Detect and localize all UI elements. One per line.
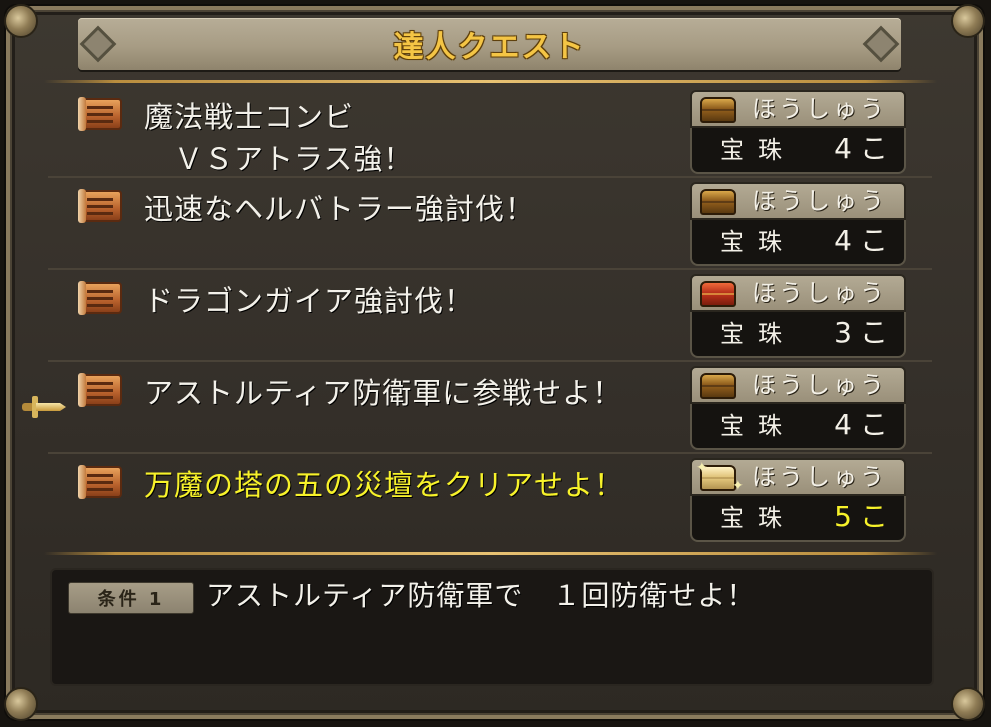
red-chest-icon: [700, 281, 736, 307]
reward-item: 宝珠: [720, 136, 796, 164]
quest-row[interactable]: 魔法戦士コンビ ＶＳアトラス強！ ほうしゅう 宝珠 4 こ: [48, 86, 932, 178]
reward-item: 宝珠: [720, 228, 796, 256]
quest-row[interactable]: 万魔の塔の五の災壇をクリアせよ！ ✦ ✦ ほうしゅう 宝珠 5 こ: [48, 454, 932, 546]
reward-count: 4: [834, 224, 852, 257]
reward-item: 宝珠: [720, 412, 796, 440]
condition-badge: 条件 1: [68, 582, 194, 614]
gold-chest-icon: [700, 97, 736, 123]
reward-item: 宝珠: [720, 320, 796, 348]
divider-line: [44, 80, 937, 83]
reward-unit: こ: [859, 408, 888, 441]
reward-count: 4: [834, 408, 852, 441]
scroll-icon: [78, 373, 122, 407]
quest-list: 魔法戦士コンビ ＶＳアトラス強！ ほうしゅう 宝珠 4 こ 迅速なヘルバトラー強…: [48, 86, 932, 548]
quest-row[interactable]: ドラゴンガイア強討伐！ ほうしゅう 宝珠 3 こ: [48, 270, 932, 362]
reward-label: ほうしゅう: [752, 279, 887, 307]
scroll-icon: [78, 97, 122, 131]
quest-name: 迅速なヘルバトラー強討伐！: [144, 192, 535, 226]
sparkle-icon: ✦: [696, 460, 708, 476]
corner-ornament: [951, 687, 985, 721]
quest-row[interactable]: 迅速なヘルバトラー強討伐！ ほうしゅう 宝珠 4 こ: [48, 178, 932, 270]
reward-unit: こ: [859, 500, 888, 533]
title-bar: 達人クエスト: [78, 18, 901, 70]
reward-label: ほうしゅう: [752, 187, 887, 215]
gold-chest-icon: [700, 189, 736, 215]
quest-name: ドラゴンガイア強討伐！: [144, 284, 475, 318]
quest-name: 魔法戦士コンビ ＶＳアトラス強！: [144, 100, 414, 176]
reward-label: ほうしゅう: [752, 371, 887, 399]
corner-ornament: [951, 4, 985, 38]
reward-label: ほうしゅう: [752, 463, 887, 491]
title-ornament-left: [76, 18, 120, 70]
reward-unit: こ: [859, 316, 888, 349]
reward-panel: ✦ ✦ ほうしゅう 宝珠 5 こ: [690, 458, 906, 542]
reward-panel: ほうしゅう 宝珠 4 こ: [690, 182, 906, 266]
reward-count: 4: [834, 132, 852, 165]
gold-chest-icon: [700, 373, 736, 399]
reward-label: ほうしゅう: [752, 95, 887, 123]
reward-item: 宝珠: [720, 504, 796, 532]
reward-panel: ほうしゅう 宝珠 3 こ: [690, 274, 906, 358]
scroll-icon: [78, 189, 122, 223]
divider-line: [44, 552, 937, 555]
reward-panel: ほうしゅう 宝珠 4 こ: [690, 366, 906, 450]
quest-row[interactable]: アストルティア防衛軍に参戦せよ！ ほうしゅう 宝珠 4 こ: [48, 362, 932, 454]
title-ornament-right: [859, 18, 903, 70]
sparkle-icon: ✦: [732, 478, 744, 494]
corner-ornament: [4, 687, 38, 721]
scroll-icon: [78, 465, 122, 499]
scroll-icon: [78, 281, 122, 315]
reward-unit: こ: [859, 224, 888, 257]
condition-text: アストルティア防衛軍で １回防衛せよ！: [206, 579, 756, 612]
window-title: 達人クエスト: [393, 30, 586, 65]
reward-panel: ほうしゅう 宝珠 4 こ: [690, 90, 906, 174]
quest-name: 万魔の塔の五の災壇をクリアせよ！: [144, 468, 625, 502]
condition-panel: 条件 1 アストルティア防衛軍で １回防衛せよ！: [50, 568, 934, 686]
reward-count: 5: [834, 500, 852, 533]
corner-ornament: [4, 4, 38, 38]
reward-count: 3: [834, 316, 852, 349]
reward-unit: こ: [859, 132, 888, 165]
quest-name: アストルティア防衛軍に参戦せよ！: [144, 376, 623, 410]
